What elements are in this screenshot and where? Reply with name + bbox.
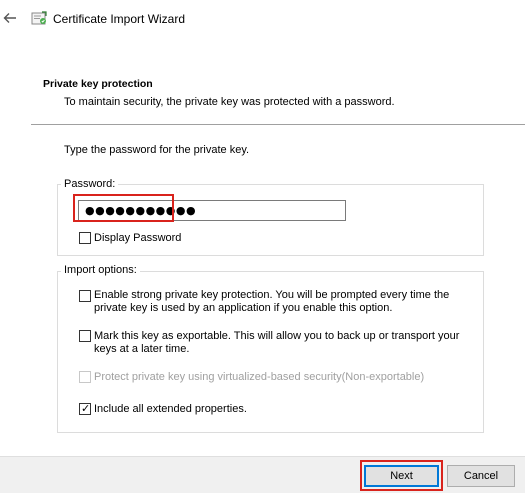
section-description: To maintain security, the private key wa…	[64, 96, 395, 108]
back-arrow-icon[interactable]	[2, 10, 18, 26]
window-title: Certificate Import Wizard	[53, 12, 186, 26]
extended-properties-checkbox[interactable]: ✓	[79, 403, 91, 415]
certificate-wizard-icon	[31, 10, 48, 27]
mark-exportable-label-line2: keys at a later time.	[94, 343, 190, 355]
display-password-label: Display Password	[94, 232, 182, 244]
strong-protection-label: Enable strong private key protection. Yo…	[94, 289, 450, 301]
section-title: Private key protection	[43, 78, 153, 90]
checkmark-icon: ✓	[81, 403, 91, 415]
virtualized-security-checkbox	[79, 371, 91, 383]
header-divider	[31, 124, 525, 125]
display-password-checkbox[interactable]	[79, 232, 91, 244]
strong-protection-checkbox[interactable]	[79, 290, 91, 302]
password-instruction: Type the password for the private key.	[64, 144, 250, 156]
cancel-button[interactable]: Cancel	[447, 465, 515, 487]
next-highlight-box	[360, 460, 443, 491]
mark-exportable-label: Mark this key as exportable. This will a…	[94, 330, 460, 342]
password-highlight-box	[73, 194, 174, 222]
password-label: Password:	[61, 178, 119, 190]
extended-properties-label: Include all extended properties.	[94, 403, 247, 415]
import-options-label: Import options:	[61, 264, 140, 276]
mark-exportable-checkbox[interactable]	[79, 330, 91, 342]
virtualized-security-label: Protect private key using virtualized-ba…	[94, 371, 425, 383]
strong-protection-label-line2: private key is used by an application if…	[94, 302, 393, 314]
